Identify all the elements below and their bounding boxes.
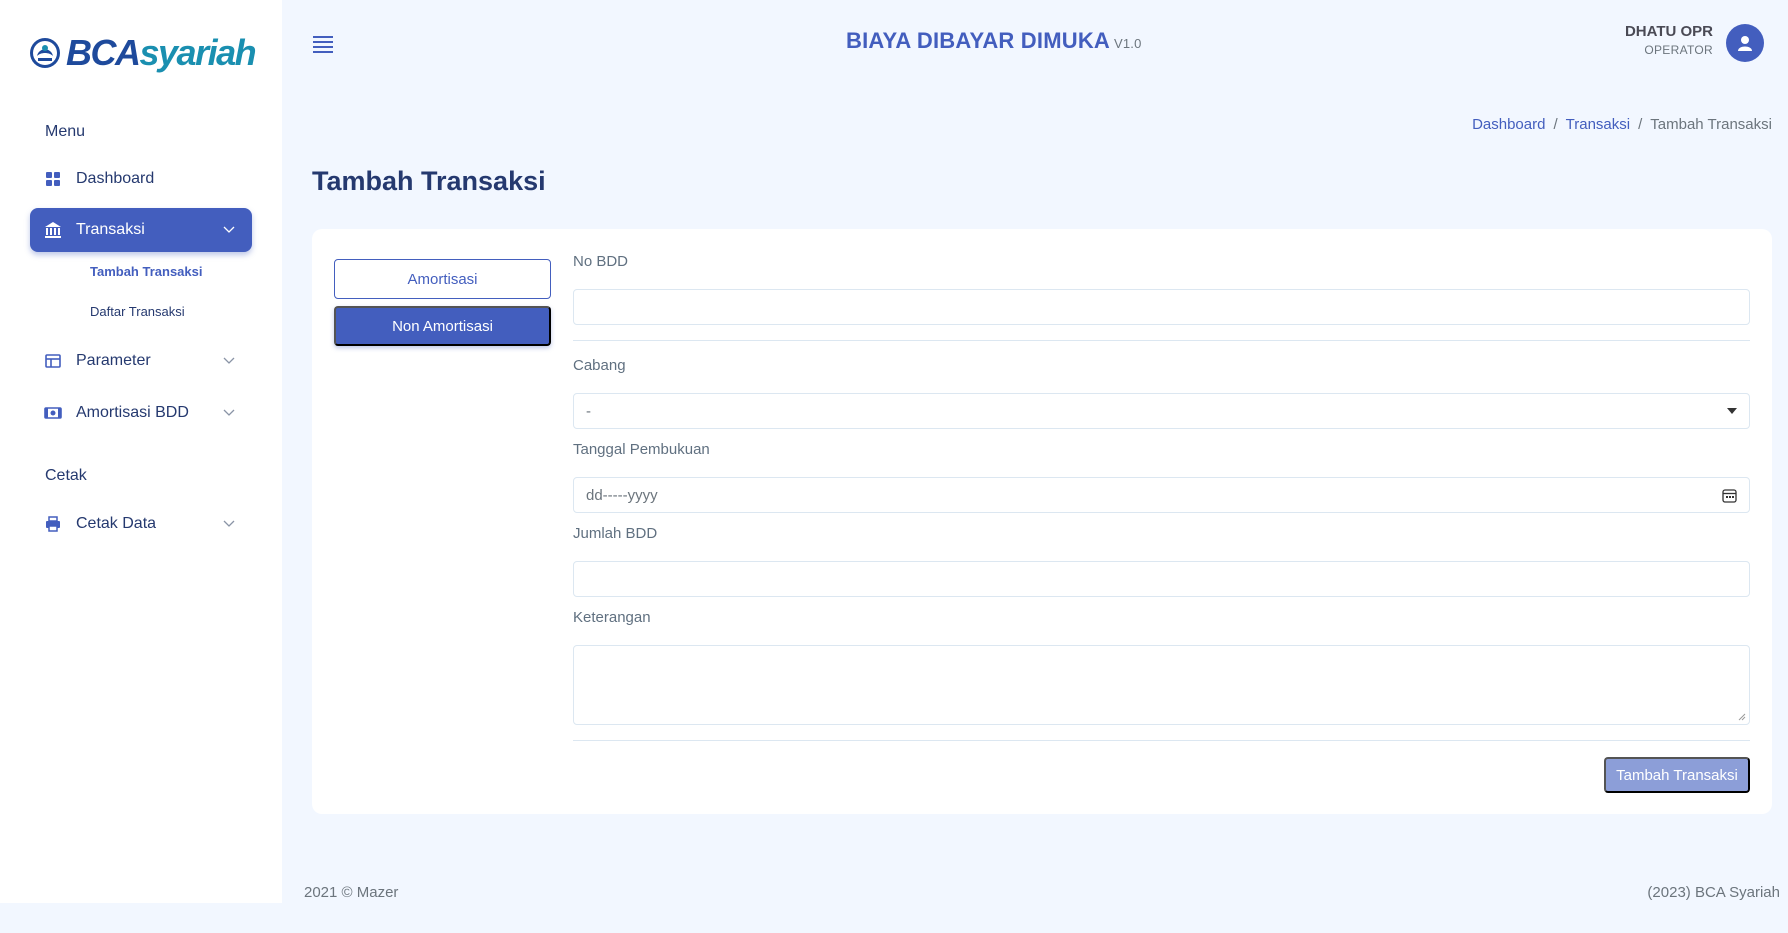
menu-section-title: Menu [45,123,86,140]
cabang-selected-value: - [586,402,591,420]
cash-icon [44,404,62,422]
tab-non-amortisasi[interactable]: Non Amortisasi [334,306,551,346]
breadcrumb-transaksi[interactable]: Transaksi [1566,116,1630,133]
keterangan-label: Keterangan [573,609,651,626]
sidebar-subitem-daftar-transaksi[interactable]: Daftar Transaksi [90,304,185,319]
no-bdd-label: No BDD [573,253,629,270]
tanggal-pembukuan-label: Tanggal Pembukuan [573,441,710,458]
sidebar-item-label: Amortisasi BDD [76,404,189,421]
user-info: DHATU OPR OPERATOR [1625,23,1713,57]
tab-amortisasi[interactable]: Amortisasi [334,259,551,299]
print-section-title: Cetak [45,467,87,484]
tambah-transaksi-button[interactable]: Tambah Transaksi [1604,757,1750,793]
hamburger-menu-icon[interactable] [312,34,334,54]
sidebar-item-amortisasi-bdd[interactable]: Amortisasi BDD [30,391,252,435]
jumlah-bdd-label: Jumlah BDD [573,525,658,542]
logo-emblem-icon [30,38,60,68]
printer-icon [44,515,62,533]
cabang-select[interactable]: - [573,393,1750,429]
no-bdd-input[interactable] [573,289,1750,325]
sidebar-item-transaksi[interactable]: Transaksi [30,208,252,252]
divider [573,340,1750,341]
user-role: OPERATOR [1644,43,1713,57]
chevron-down-icon [223,520,235,527]
cabang-label: Cabang [573,357,626,374]
user-icon [1738,36,1752,51]
avatar[interactable] [1726,24,1764,62]
sidebar-item-label: Cetak Data [76,515,157,532]
bank-icon [44,221,62,239]
sidebar-item-parameter[interactable]: Parameter [30,339,252,383]
breadcrumb-current: Tambah Transaksi [1650,116,1772,133]
app-version: V1.0 [1114,36,1142,51]
grid-icon [44,170,62,188]
page-title: Tambah Transaksi [312,166,546,196]
chevron-down-icon [223,226,235,233]
keterangan-textarea[interactable] [573,645,1750,725]
footer-company: (2023) BCA Syariah [1647,884,1780,901]
breadcrumb: Dashboard / Transaksi / Tambah Transaksi [1472,116,1772,133]
app-title-text: BIAYA DIBAYAR DIMUKA [846,28,1110,53]
footer-copyright: 2021 © Mazer [304,884,399,901]
caret-down-icon [1727,408,1737,414]
tanggal-pembukuan-input[interactable]: dd-----yyyy [573,477,1750,513]
logo-text: BCAsyariah [66,32,257,73]
sidebar-item-label: Parameter [76,352,151,369]
user-name: DHATU OPR [1624,23,1713,40]
breadcrumb-separator: / [1638,116,1643,133]
logo-text-bca: BCA [66,32,141,73]
resize-grip-icon[interactable] [1738,713,1746,721]
sidebar-subitem-tambah-transaksi[interactable]: Tambah Transaksi [90,264,202,279]
chevron-down-icon [223,409,235,416]
table-icon [44,352,62,370]
chevron-down-icon [223,357,235,364]
calendar-icon[interactable] [1722,488,1737,503]
date-placeholder: dd-----yyyy [586,486,658,504]
sidebar-item-dashboard[interactable]: Dashboard [30,157,252,201]
sidebar-item-label: Dashboard [76,170,155,187]
divider [573,740,1750,741]
transaction-form-card: Amortisasi Non Amortisasi No BDD Cabang … [312,229,1772,814]
sidebar: BCAsyariah Menu Dashboard Transaksi Tamb… [0,0,282,903]
breadcrumb-separator: / [1553,116,1558,133]
bca-syariah-logo[interactable]: BCAsyariah [28,30,257,76]
sidebar-item-cetak-data[interactable]: Cetak Data [30,502,252,546]
sidebar-item-label: Transaksi [76,221,145,238]
logo-text-syariah: syariah [139,32,257,73]
breadcrumb-dashboard[interactable]: Dashboard [1472,116,1545,133]
app-title: BIAYA DIBAYAR DIMUKA V1.0 [846,28,1142,54]
jumlah-bdd-input[interactable] [573,561,1750,597]
